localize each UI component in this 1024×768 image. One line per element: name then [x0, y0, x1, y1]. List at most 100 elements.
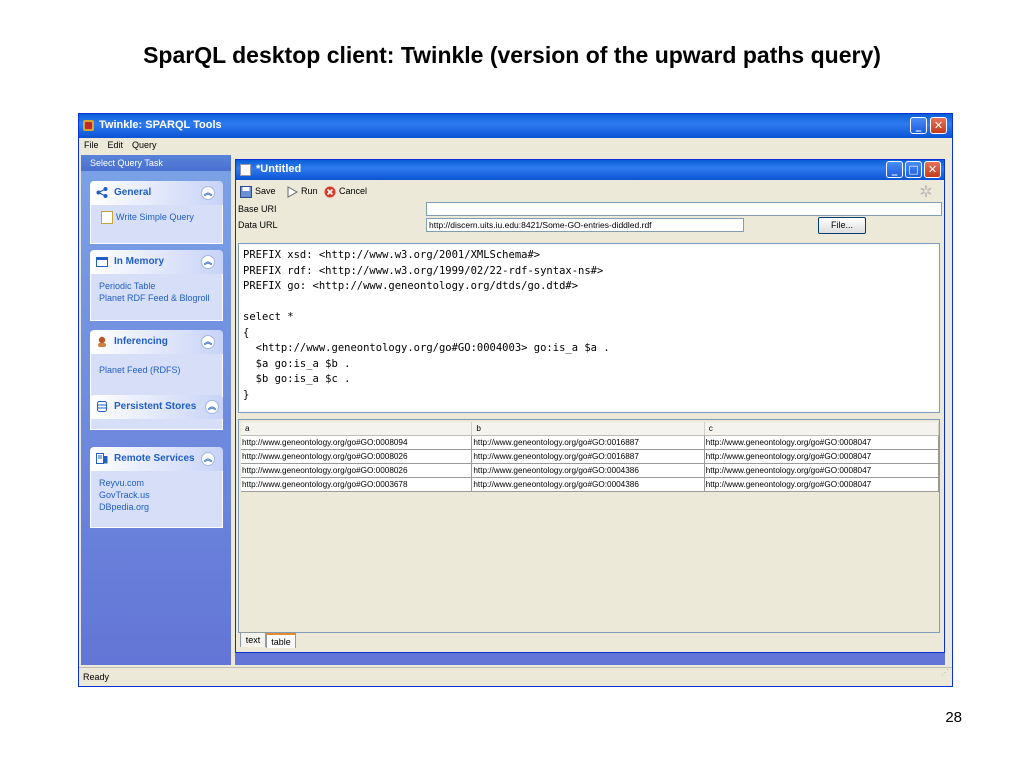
group-remote-body: Reyvu.com GovTrack.us DBpedia.org — [90, 471, 223, 528]
column-header-c[interactable]: c — [704, 422, 940, 436]
document-title: *Untitled — [256, 163, 302, 175]
task-periodic-table[interactable]: Periodic Table — [99, 280, 214, 292]
query-line — [243, 295, 935, 311]
task-planet-rdf-feed[interactable]: Planet RDF Feed & Blogroll — [99, 292, 214, 304]
query-line: { — [243, 326, 250, 339]
close-icon[interactable]: ✕ — [924, 161, 941, 178]
table-row[interactable]: http://www.geneontology.org/go#GO:000802… — [241, 463, 940, 478]
results-panel: a b c http://www.geneontology.org/go#GO:… — [238, 419, 940, 633]
query-line: PREFIX xsd: <http://www.w3.org/2001/XMLS… — [243, 249, 541, 261]
database-icon — [97, 401, 107, 412]
table-cell: http://www.geneontology.org/go#GO:001688… — [471, 435, 705, 450]
slide-title: SparQL desktop client: Twinkle (version … — [143, 42, 881, 68]
play-icon — [287, 185, 298, 198]
group-persistent-body — [90, 419, 223, 430]
query-line: PREFIX go: <http://www.geneontology.org/… — [243, 280, 579, 292]
table-cell: http://www.geneontology.org/go#GO:000804… — [704, 435, 940, 450]
query-line: select * — [243, 311, 294, 323]
group-general-title: General — [114, 187, 152, 198]
table-row[interactable]: http://www.geneontology.org/go#GO:000367… — [241, 477, 940, 492]
minimize-icon[interactable]: _ — [886, 161, 903, 178]
table-cell: http://www.geneontology.org/go#GO:000804… — [704, 463, 940, 478]
query-line: $a go:is_a $b . — [243, 357, 351, 370]
group-in-memory-body: Periodic Table Planet RDF Feed & Blogrol… — [90, 274, 223, 321]
group-general-header[interactable]: General ︽ — [90, 181, 223, 205]
query-line: } — [243, 388, 250, 401]
app-titlebar: Twinkle: SPARQL Tools _ ✕ — [79, 114, 952, 138]
status-text: Ready — [83, 672, 110, 682]
menu-file[interactable]: File — [84, 138, 99, 152]
task-write-simple-query[interactable]: Write Simple Query — [116, 212, 194, 222]
chevron-up-icon[interactable]: ︽ — [201, 452, 215, 466]
table-cell: http://www.geneontology.org/go#GO:000438… — [471, 477, 705, 492]
table-cell: http://www.geneontology.org/go#GO:000367… — [241, 477, 473, 492]
document-icon — [240, 164, 251, 176]
data-url-row: Data URL http://discern.uits.iu.edu:8421… — [236, 217, 944, 234]
menu-query[interactable]: Query — [132, 138, 157, 152]
group-persistent-stores: Persistent Stores ︽ — [90, 395, 223, 430]
sidebar-header: Select Query Task — [81, 155, 231, 171]
task-reyvu[interactable]: Reyvu.com — [99, 477, 214, 489]
share-icon — [96, 187, 108, 198]
chevron-up-icon[interactable]: ︽ — [201, 255, 215, 269]
chevron-up-icon[interactable]: ︽ — [201, 335, 215, 349]
task-sidebar: Select Query Task General ︽ Write Simple… — [81, 155, 231, 665]
document-toolbar: Save Run Cancel — [236, 180, 944, 202]
twinkle-window: Twinkle: SPARQL Tools _ ✕ File Edit Query … — [78, 113, 953, 687]
table-cell: http://www.geneontology.org/go#GO:000804… — [704, 477, 940, 492]
resize-grip-icon[interactable]: ⋰ — [941, 664, 949, 682]
cancel-icon — [324, 186, 336, 198]
run-label: Run — [301, 186, 318, 196]
menu-edit[interactable]: Edit — [108, 138, 124, 152]
group-in-memory-title: In Memory — [114, 256, 165, 267]
twinkle-logo-icon — [83, 120, 94, 131]
group-in-memory-header[interactable]: In Memory ︽ — [90, 250, 223, 274]
task-govtrack[interactable]: GovTrack.us — [99, 489, 214, 501]
group-general: General ︽ Write Simple Query — [90, 181, 223, 244]
minimize-icon[interactable]: _ — [910, 117, 927, 134]
close-icon[interactable]: ✕ — [930, 117, 947, 134]
column-header-a[interactable]: a — [241, 422, 473, 436]
table-cell: http://www.geneontology.org/go#GO:000438… — [471, 463, 705, 478]
group-remote-header[interactable]: Remote Services ︽ — [90, 447, 223, 471]
group-persistent-header[interactable]: Persistent Stores ︽ — [90, 395, 223, 419]
base-uri-input[interactable] — [426, 202, 942, 216]
table-row[interactable]: http://www.geneontology.org/go#GO:000809… — [241, 435, 940, 450]
table-cell: http://www.geneontology.org/go#GO:000809… — [241, 435, 473, 450]
document-titlebar: *Untitled _ □ ✕ — [236, 160, 944, 180]
slide-number: 28 — [945, 709, 962, 726]
group-inferencing: Inferencing ︽ Planet Feed (RDFS) — [90, 330, 223, 399]
gear-person-icon — [98, 336, 106, 347]
status-bar: Ready ⋰ — [79, 667, 952, 685]
busy-spinner-icon: ✲ — [919, 184, 933, 201]
group-inferencing-body: Planet Feed (RDFS) — [90, 354, 223, 399]
results-table: a b c http://www.geneontology.org/go#GO:… — [241, 422, 940, 492]
tab-text[interactable]: text — [240, 632, 266, 647]
tab-table[interactable]: table — [266, 633, 296, 648]
data-url-input[interactable]: http://discern.uits.iu.edu:8421/Some-GO-… — [426, 218, 744, 232]
table-cell: http://www.geneontology.org/go#GO:000804… — [704, 449, 940, 464]
group-remote-services: Remote Services ︽ Reyvu.com GovTrack.us … — [90, 447, 223, 528]
maximize-icon[interactable]: □ — [905, 161, 922, 178]
group-remote-title: Remote Services — [114, 453, 195, 464]
cancel-button[interactable]: Cancel — [324, 185, 367, 198]
base-uri-row: Base URI — [236, 202, 944, 216]
edit-document-icon — [101, 211, 113, 225]
file-button[interactable]: File... — [818, 217, 866, 234]
column-header-b[interactable]: b — [471, 422, 705, 436]
group-persistent-title: Persistent Stores — [114, 401, 197, 412]
base-uri-label: Base URI — [238, 204, 277, 214]
task-dbpedia[interactable]: DBpedia.org — [99, 501, 214, 513]
query-editor[interactable]: PREFIX xsd: <http://www.w3.org/2001/XMLS… — [238, 243, 940, 413]
save-label: Save — [255, 186, 276, 196]
server-icon — [96, 453, 108, 464]
group-inferencing-title: Inferencing — [114, 336, 168, 347]
group-inferencing-header[interactable]: Inferencing ︽ — [90, 330, 223, 354]
run-button[interactable]: Run — [286, 185, 318, 198]
cancel-label: Cancel — [339, 186, 368, 196]
chevron-up-icon[interactable]: ︽ — [205, 400, 219, 414]
chevron-up-icon[interactable]: ︽ — [201, 186, 215, 200]
save-button[interactable]: Save — [240, 185, 276, 198]
task-planet-feed-rdfs[interactable]: Planet Feed (RDFS) — [99, 360, 214, 376]
table-row[interactable]: http://www.geneontology.org/go#GO:000802… — [241, 449, 940, 464]
